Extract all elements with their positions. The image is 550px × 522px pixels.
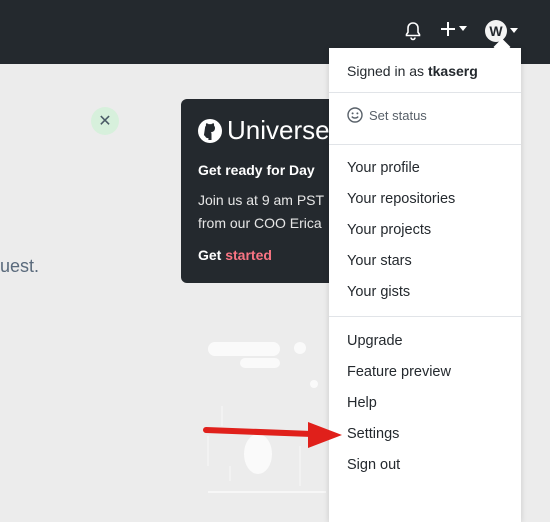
menu-item-settings[interactable]: Settings xyxy=(347,426,399,442)
promo-logo-text: Universe2 xyxy=(227,115,345,145)
create-new-button[interactable] xyxy=(440,21,467,37)
annotation-arrow-icon xyxy=(203,422,342,448)
close-icon: ✕ xyxy=(98,113,112,130)
dismiss-button[interactable]: ✕ xyxy=(91,107,119,135)
signed-in-label: Signed in as tkaserg xyxy=(347,63,478,79)
avatar: W xyxy=(485,20,507,42)
divider xyxy=(329,92,521,93)
promo-logo: Universe2 xyxy=(197,115,344,146)
divider xyxy=(329,316,521,317)
menu-item-help[interactable]: Help xyxy=(347,395,377,411)
promo-cta-link[interactable]: Get started xyxy=(198,247,272,263)
menu-item-your-projects[interactable]: Your projects xyxy=(347,222,431,238)
menu-item-your-repositories[interactable]: Your repositories xyxy=(347,191,455,207)
set-status-label: Set status xyxy=(369,107,427,123)
user-dropdown-menu: Signed in as tkaserg Set status Your pro… xyxy=(329,38,521,522)
chevron-down-icon xyxy=(510,28,518,33)
chevron-down-icon xyxy=(459,26,467,31)
partial-text: uest. xyxy=(0,256,40,276)
menu-item-sign-out[interactable]: Sign out xyxy=(347,457,400,473)
username: tkaserg xyxy=(427,63,478,79)
menu-item-upgrade[interactable]: Upgrade xyxy=(347,333,403,349)
notifications-button[interactable] xyxy=(404,21,422,41)
menu-item-your-profile[interactable]: Your profile xyxy=(347,160,420,176)
menu-item-feature-preview[interactable]: Feature preview xyxy=(347,364,451,380)
set-status-button[interactable]: Set status xyxy=(347,100,507,130)
promo-headline: Get ready for Day xyxy=(198,162,315,178)
background-illustration xyxy=(207,342,326,493)
promo-cta-prefix: Get xyxy=(198,247,222,263)
promo-cta-highlight: started xyxy=(225,247,272,263)
menu-item-your-stars[interactable]: Your stars xyxy=(347,253,412,269)
plus-icon xyxy=(441,22,455,36)
bell-icon xyxy=(405,22,421,41)
smiley-icon xyxy=(347,107,363,123)
promo-body-line-2: from our COO Erica xyxy=(198,215,322,231)
signed-in-prefix: Signed in as xyxy=(347,63,425,79)
divider xyxy=(329,144,521,145)
menu-item-your-gists[interactable]: Your gists xyxy=(347,284,410,300)
github-logo-icon xyxy=(198,118,222,143)
promo-body-line-1: Join us at 9 am PST xyxy=(198,192,325,208)
